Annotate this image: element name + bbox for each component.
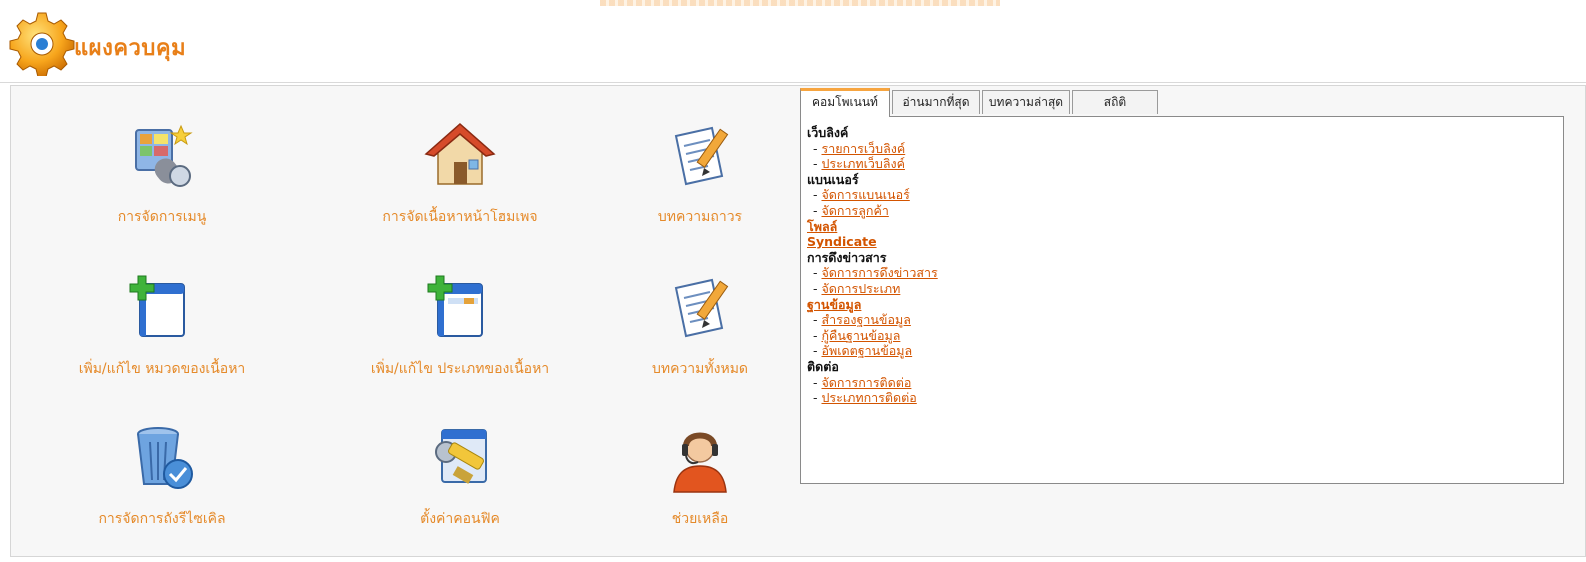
- tab-statistics[interactable]: สถิติ: [1072, 90, 1158, 114]
- tile-label: การจัดการถังรีไซเคิล: [98, 511, 226, 527]
- section-banners: แบนเนอร์: [807, 171, 859, 187]
- link-contact-categories[interactable]: ประเภทการติดต่อ: [821, 390, 916, 405]
- tile-label: บทความถาวร: [657, 209, 743, 225]
- tile-content-type[interactable]: เพิ่ม/แก้ไข ประเภทของเนื้อหา: [340, 272, 580, 380]
- tile-recycle-bin[interactable]: การจัดการถังรีไซเคิล: [42, 422, 282, 530]
- page-header: แผงควบคุม: [0, 0, 1586, 83]
- list-item: - จัดการลูกค้า: [813, 202, 889, 218]
- add-window-icon: [129, 275, 185, 337]
- link-weblink-list[interactable]: รายการเว็บลิงค์: [821, 141, 905, 156]
- help-support-icon: [673, 432, 727, 493]
- tile-label: เพิ่ม/แก้ไข ประเภทของเนื้อหา: [370, 361, 550, 377]
- list-item: - รายการเว็บลิงค์: [813, 140, 906, 156]
- link-backup-database[interactable]: สำรองฐานข้อมูล: [821, 312, 910, 327]
- gear-icon: [9, 12, 75, 76]
- link-manage-newsfeeds[interactable]: จัดการการดึงข่าวสาร: [821, 265, 937, 280]
- link-manage-banners[interactable]: จัดการแบนเนอร์: [821, 187, 909, 202]
- tile-config[interactable]: ตั้งค่าคอนฟิค: [340, 422, 580, 530]
- home-icon: [424, 122, 496, 185]
- config-tools-icon: [435, 429, 487, 484]
- tile-label: การจัดการเมนู: [117, 209, 207, 225]
- components-panel: เว็บลิงค์ - รายการเว็บลิงค์ - ประเภทเว็บ…: [800, 116, 1564, 484]
- link-manage-newsfeed-categories[interactable]: จัดการประเภท: [821, 281, 900, 296]
- tab-most-read[interactable]: อ่านมากที่สุด: [892, 90, 980, 114]
- tile-help[interactable]: ช่วยเหลือ: [580, 422, 820, 530]
- tile-content-category[interactable]: เพิ่ม/แก้ไข หมวดของเนื้อหา: [42, 272, 282, 380]
- list-item: - กู้คืนฐานข้อมูล: [813, 327, 901, 343]
- tile-label: การจัดเนื้อหาหน้าโฮมเพจ: [382, 209, 538, 225]
- link-polls[interactable]: โพลล์: [807, 219, 1557, 235]
- list-item: - จัดการการดึงข่าวสาร: [813, 265, 938, 281]
- link-weblink-categories[interactable]: ประเภทเว็บลิงค์: [821, 156, 904, 171]
- tab-latest-articles[interactable]: บทความล่าสุด: [982, 90, 1070, 114]
- article-edit-icon: [674, 126, 729, 186]
- tile-homepage-content[interactable]: การจัดเนื้อหาหน้าโฮมเพจ: [340, 120, 580, 228]
- section-contacts: ติดต่อ: [807, 358, 839, 374]
- list-item: - จัดการการติดต่อ: [813, 374, 912, 390]
- link-update-database[interactable]: อัพเดตฐานข้อมูล: [821, 343, 912, 358]
- section-weblinks: เว็บลิงค์: [807, 125, 849, 140]
- list-item: - จัดการประเภท: [813, 280, 901, 296]
- tab-components[interactable]: คอมโพเนนท์: [800, 88, 890, 117]
- tile-menu-manager[interactable]: การจัดการเมนู: [42, 120, 282, 228]
- link-database[interactable]: ฐานข้อมูล: [807, 297, 1557, 313]
- link-manage-contacts[interactable]: จัดการการติดต่อ: [821, 375, 911, 390]
- link-syndicate[interactable]: Syndicate: [807, 234, 1557, 250]
- add-window-type-icon: [427, 275, 483, 337]
- list-item: - จัดการแบนเนอร์: [813, 187, 910, 203]
- list-item: - อัพเดตฐานข้อมูล: [813, 343, 913, 359]
- tile-label: เพิ่ม/แก้ไข หมวดของเนื้อหา: [78, 361, 246, 377]
- section-newsfeeds: การดึงข่าวสาร: [807, 249, 887, 265]
- list-item: - สำรองฐานข้อมูล: [813, 312, 911, 328]
- page-title: แผงควบคุม: [74, 36, 187, 61]
- articles-all-icon: [674, 278, 729, 338]
- tile-label: บทความทั้งหมด: [651, 361, 749, 377]
- tile-label: ช่วยเหลือ: [671, 511, 729, 527]
- list-item: - ประเภทเว็บลิงค์: [813, 156, 905, 172]
- list-item: - ประเภทการติดต่อ: [813, 390, 917, 406]
- recycle-bin-icon: [137, 427, 193, 489]
- link-manage-clients[interactable]: จัดการลูกค้า: [821, 203, 888, 218]
- tile-label: ตั้งค่าคอนฟิค: [420, 511, 500, 527]
- link-restore-database[interactable]: กู้คืนฐานข้อมูล: [821, 328, 900, 343]
- tile-all-articles[interactable]: บทความทั้งหมด: [580, 272, 820, 380]
- tile-static-articles[interactable]: บทความถาวร: [580, 120, 820, 228]
- menu-manager-icon: [135, 124, 193, 187]
